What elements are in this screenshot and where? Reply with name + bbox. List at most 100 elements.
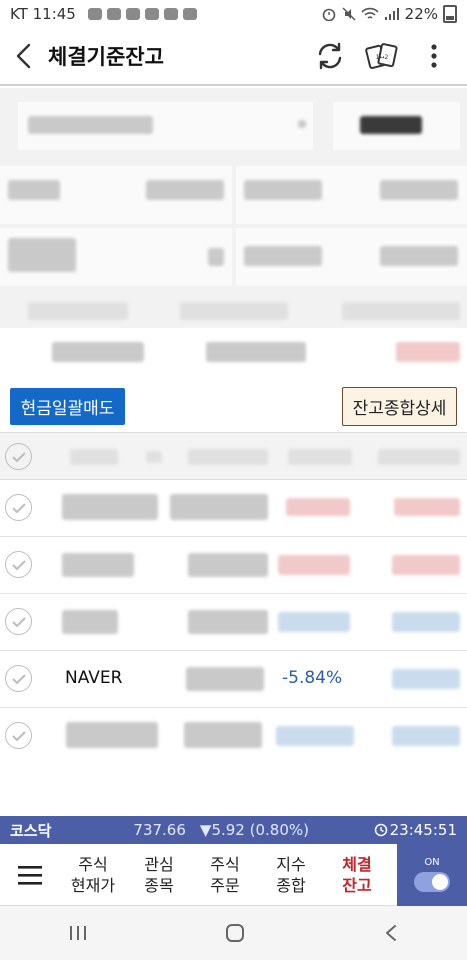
account-dot	[298, 120, 306, 128]
rate-blur	[278, 555, 350, 575]
system-navigation-bar	[0, 906, 467, 960]
column-header	[146, 451, 162, 463]
holding-row-naver[interactable]: NAVER -5.84%	[0, 651, 467, 708]
password-mask	[360, 116, 422, 134]
home-icon[interactable]	[224, 922, 246, 944]
realtime-toggle[interactable]	[414, 872, 450, 892]
ticker-time-group: 23:45:51	[374, 821, 457, 839]
nav-execution-balance[interactable]: 체결 잔고	[324, 854, 390, 896]
column-header	[188, 449, 268, 465]
toggle-knob	[432, 874, 448, 890]
holding-row[interactable]	[0, 537, 467, 594]
more-vertical-icon	[431, 44, 437, 68]
cards-button[interactable]: 1↔2	[363, 37, 401, 75]
column-header	[70, 449, 118, 465]
holdings-list: NAVER -5.84%	[0, 432, 467, 767]
ticker-time: 23:45:51	[389, 821, 457, 839]
nav-index-overview[interactable]: 지수 종합	[258, 854, 324, 896]
profit-blur	[392, 612, 460, 632]
row-checkbox[interactable]	[5, 608, 32, 635]
wifi-icon	[361, 7, 379, 19]
stock-name: NAVER	[65, 668, 123, 688]
notification-icon	[182, 8, 197, 20]
notification-icon	[125, 8, 140, 20]
action-button-row: 현금일괄매도 잔고종합상세	[0, 380, 467, 432]
summary-label	[8, 180, 60, 200]
back-button[interactable]	[0, 27, 48, 85]
quantity-blur	[186, 667, 264, 691]
notification-icon	[144, 8, 159, 20]
balance-detail-button[interactable]: 잔고종합상세	[342, 387, 457, 426]
summary-label	[244, 246, 322, 266]
profit-blur	[394, 498, 460, 516]
battery-percent: 22%	[404, 5, 438, 23]
stock-name-blur	[66, 722, 158, 748]
quantity-blur	[188, 610, 268, 634]
profit-rate: -5.84%	[282, 668, 343, 688]
summary-value	[208, 248, 224, 266]
clock-icon	[374, 823, 387, 837]
system-back-icon[interactable]	[383, 923, 399, 943]
column-header	[288, 449, 352, 465]
check-icon	[11, 559, 26, 570]
column-header	[378, 449, 460, 465]
select-all-checkbox[interactable]	[5, 443, 32, 470]
page-title: 체결기준잔고	[48, 45, 164, 69]
total-label	[342, 302, 460, 320]
row-checkbox[interactable]	[5, 722, 32, 749]
more-options-button[interactable]	[415, 37, 453, 75]
summary-value	[380, 246, 458, 266]
row-checkbox[interactable]	[5, 665, 32, 692]
list-header	[0, 432, 467, 480]
mute-icon	[342, 7, 356, 21]
account-info-panel	[0, 88, 467, 380]
notification-icon	[106, 8, 121, 20]
refresh-button[interactable]	[311, 37, 349, 75]
rate-blur	[286, 498, 350, 516]
quantity-blur	[170, 494, 268, 520]
quantity-blur	[184, 722, 262, 748]
summary-label	[244, 180, 322, 200]
nav-stock-price[interactable]: 주식 현재가	[60, 854, 126, 896]
holding-row[interactable]	[0, 594, 467, 651]
total-label	[28, 302, 128, 320]
summary-value	[380, 180, 458, 200]
check-icon	[11, 730, 26, 741]
toggle-label: ON	[424, 857, 440, 868]
notification-icons	[87, 8, 197, 20]
check-icon	[11, 451, 26, 462]
stock-name-blur	[62, 553, 134, 577]
quantity-blur	[188, 553, 268, 577]
total-profit	[396, 342, 460, 362]
recent-apps-icon[interactable]	[68, 924, 88, 942]
check-icon	[11, 673, 26, 684]
stock-name-blur	[62, 610, 118, 634]
profit-blur	[392, 669, 460, 689]
holding-row[interactable]	[0, 708, 467, 765]
nav-stock-order[interactable]: 주식 주문	[192, 854, 258, 896]
bottom-navigation: 주식 현재가 관심 종목 주식 주문 지수 종합 체결 잔고 ON	[0, 843, 467, 906]
check-icon	[11, 616, 26, 627]
stock-name-blur	[62, 494, 158, 520]
ticker-change: ▼5.92 (0.80%)	[199, 821, 309, 839]
menu-button[interactable]	[0, 864, 60, 886]
nav-watchlist[interactable]: 관심 종목	[126, 854, 192, 896]
signal-icon	[384, 8, 399, 20]
cash-sell-all-button[interactable]: 현금일괄매도	[10, 388, 125, 425]
notification-icon	[163, 8, 178, 20]
row-checkbox[interactable]	[5, 551, 32, 578]
refresh-icon	[318, 42, 342, 70]
hamburger-icon	[18, 865, 42, 885]
profit-blur	[392, 555, 460, 575]
ticker-name: 코스닥	[10, 821, 52, 840]
total-value	[206, 342, 306, 362]
rate-blur	[276, 726, 354, 746]
holding-row[interactable]	[0, 480, 467, 537]
cards-icon: 1↔2	[365, 43, 398, 69]
svg-text:1↔2: 1↔2	[376, 54, 389, 61]
check-icon	[11, 502, 26, 513]
row-checkbox[interactable]	[5, 494, 32, 521]
summary-label	[8, 238, 76, 272]
index-ticker[interactable]: 코스닥 737.66 ▼5.92 (0.80%) 23:45:51	[0, 816, 467, 844]
realtime-toggle-area: ON	[397, 843, 467, 906]
